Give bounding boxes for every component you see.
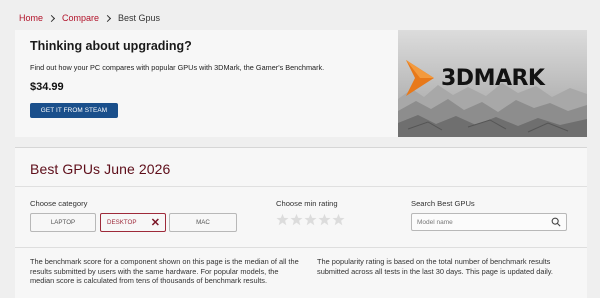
upgrade-promo: Thinking about upgrading? Find out how y… <box>15 30 587 137</box>
breadcrumb: Home Compare Best Gpus <box>19 11 160 25</box>
best-gpus-panel: Best GPUs June 2026 Choose category LAPT… <box>15 147 587 298</box>
star-icon[interactable] <box>332 213 345 226</box>
popularity-rating-info: The popularity rating is based on the to… <box>317 257 553 276</box>
category-desktop-button[interactable]: DESKTOP ✕ <box>100 213 166 232</box>
3dmark-chevron-icon <box>406 60 434 96</box>
promo-price: $34.99 <box>30 81 64 93</box>
category-desktop-label: DESKTOP <box>107 219 137 226</box>
star-icon[interactable] <box>276 213 289 226</box>
chevron-right-icon <box>47 14 56 22</box>
breadcrumb-compare-link[interactable]: Compare <box>62 13 99 23</box>
chevron-right-icon <box>103 14 112 22</box>
page-title: Best GPUs June 2026 <box>30 161 171 177</box>
promo-description: Find out how your PC compares with popul… <box>30 63 325 72</box>
search-box <box>411 213 567 231</box>
3dmark-logo-text: 3DMARK <box>441 65 545 91</box>
min-rating-label: Choose min rating <box>276 199 338 208</box>
promo-title: Thinking about upgrading? <box>30 39 192 53</box>
breadcrumb-current: Best Gpus <box>118 13 161 23</box>
search-icon[interactable] <box>551 217 561 227</box>
3dmark-banner[interactable]: 3DMARK <box>398 30 587 137</box>
search-input[interactable] <box>417 217 537 228</box>
star-icon[interactable] <box>304 213 317 226</box>
category-label: Choose category <box>30 199 88 208</box>
search-label: Search Best GPUs <box>411 199 475 208</box>
title-divider <box>15 186 587 187</box>
get-it-from-steam-button[interactable]: GET IT FROM STEAM <box>30 103 118 118</box>
3dmark-logo: 3DMARK <box>404 58 545 98</box>
star-icon[interactable] <box>290 213 303 226</box>
breadcrumb-home-link[interactable]: Home <box>19 13 43 23</box>
benchmark-score-info: The benchmark score for a component show… <box>30 257 299 286</box>
close-icon[interactable]: ✕ <box>151 217 160 229</box>
category-laptop-button[interactable]: LAPTOP <box>30 213 96 232</box>
category-mac-button[interactable]: MAC <box>169 213 237 232</box>
filters-divider <box>15 247 587 248</box>
star-icon[interactable] <box>318 213 331 226</box>
min-rating-stars <box>276 213 345 226</box>
